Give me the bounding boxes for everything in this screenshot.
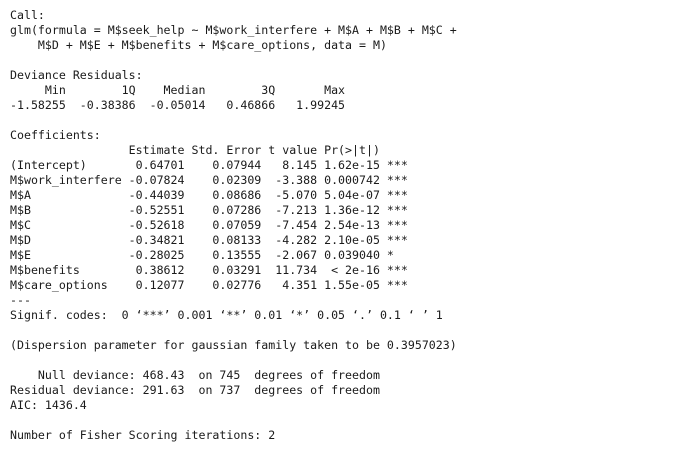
- fisher-scoring-iterations: Number of Fisher Scoring iterations: 2: [10, 428, 276, 442]
- coefficients-column-headers: Estimate Std. Error t value Pr(>|t|): [10, 143, 380, 157]
- coefficient-row-work-interfere: M$work_interfere -0.07824 0.02309 -3.388…: [10, 173, 408, 187]
- coefficients-header: Coefficients:: [10, 128, 101, 142]
- call-formula-line-1: glm(formula = M$seek_help ~ M$work_inter…: [10, 23, 457, 37]
- separator-line: ---: [10, 293, 31, 307]
- residual-deviance: Residual deviance: 291.63 on 737 degrees…: [10, 383, 380, 397]
- coefficient-row-a: M$A -0.44039 0.08686 -5.070 5.04e-07 ***: [10, 188, 408, 202]
- null-deviance: Null deviance: 468.43 on 745 degrees of …: [10, 368, 380, 382]
- call-formula-line-2: M$D + M$E + M$benefits + M$care_options,…: [10, 38, 387, 52]
- coefficient-row-d: M$D -0.34821 0.08133 -4.282 2.10e-05 ***: [10, 233, 408, 247]
- aic-value: AIC: 1436.4: [10, 398, 87, 412]
- coefficient-row-e: M$E -0.28025 0.13555 -2.067 0.039040 *: [10, 248, 394, 262]
- r-console-output: Call: glm(formula = M$seek_help ~ M$work…: [0, 0, 695, 456]
- coefficient-row-care-options: M$care_options 0.12077 0.02776 4.351 1.5…: [10, 278, 408, 292]
- dispersion-parameter: (Dispersion parameter for gaussian famil…: [10, 338, 457, 352]
- coefficient-row-c: M$C -0.52618 0.07059 -7.454 2.54e-13 ***: [10, 218, 408, 232]
- coefficient-row-intercept: (Intercept) 0.64701 0.07944 8.145 1.62e-…: [10, 158, 408, 172]
- signif-codes: Signif. codes: 0 ‘***’ 0.001 ‘**’ 0.01 ‘…: [10, 308, 443, 322]
- coefficient-row-b: M$B -0.52551 0.07286 -7.213 1.36e-12 ***: [10, 203, 408, 217]
- deviance-residuals-values: -1.58255 -0.38386 -0.05014 0.46866 1.992…: [10, 98, 346, 112]
- deviance-residuals-labels: Min 1Q Median 3Q Max: [10, 83, 346, 97]
- coefficient-row-benefits: M$benefits 0.38612 0.03291 11.734 < 2e-1…: [10, 263, 408, 277]
- deviance-residuals-header: Deviance Residuals:: [10, 68, 143, 82]
- call-header: Call:: [10, 8, 45, 22]
